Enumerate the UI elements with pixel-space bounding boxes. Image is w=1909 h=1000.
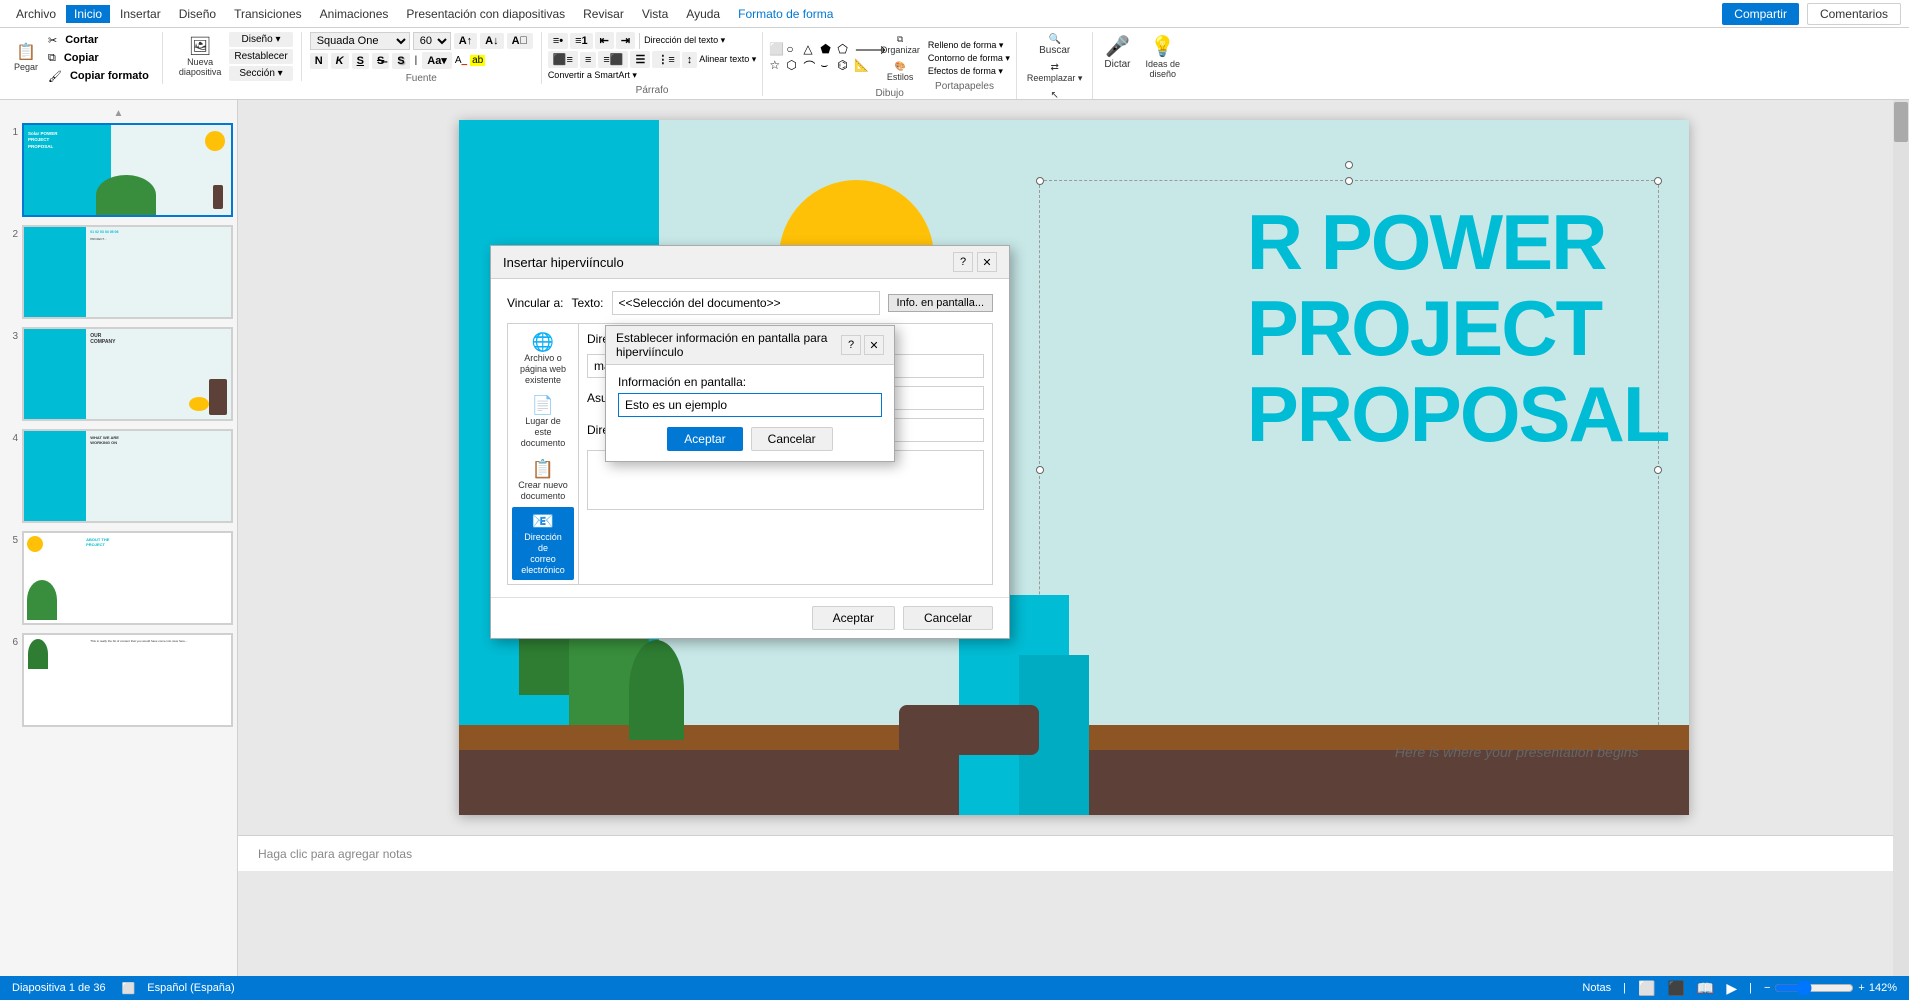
texto-label: Texto:: [571, 296, 603, 310]
dialog-text-row: Vincular a: Texto: Info. en pantalla...: [507, 291, 993, 315]
dialog-title-bar: Insertar hiperviínculo ? ✕: [491, 246, 1009, 279]
tooltip-cancelar-button[interactable]: Cancelar: [751, 427, 833, 451]
tooltip-title-text: Establecer información en pantalla para …: [616, 331, 841, 359]
dialog-help-button[interactable]: ?: [953, 252, 973, 272]
dialog-cancelar-button[interactable]: Cancelar: [903, 606, 993, 630]
vincular-label: Vincular a:: [507, 296, 563, 310]
sidebar-lugar[interactable]: 📄 Lugar de estedocumento: [512, 391, 574, 452]
tooltip-dialog-body: Información en pantalla: Aceptar Cancela…: [606, 365, 894, 461]
texto-input[interactable]: [612, 291, 880, 315]
email-icon: 📧: [532, 511, 554, 532]
tooltip-dialog: Establecer información en pantalla para …: [605, 325, 895, 462]
tooltip-info-input[interactable]: [618, 393, 882, 417]
tooltip-dialog-btns: ? ✕: [841, 335, 884, 355]
sidebar-email[interactable]: 📧 Dirección decorreoelectrónico: [512, 507, 574, 579]
dialog-close-button[interactable]: ✕: [977, 252, 997, 272]
dialog-title: Insertar hiperviínculo: [503, 255, 624, 270]
dialog-title-btns: ? ✕: [953, 252, 997, 272]
dialog-overlay: Insertar hiperviínculo ? ✕ Vincular a: T…: [0, 0, 1909, 1000]
sidebar-nuevo[interactable]: 📋 Crear nuevodocumento: [512, 455, 574, 506]
tooltip-dialog-title: Establecer información en pantalla para …: [606, 326, 894, 365]
nuevo-icon: 📋: [532, 459, 554, 480]
info-en-pantalla-button[interactable]: Info. en pantalla...: [888, 294, 993, 312]
dialog-sidebar: 🌐 Archivo opágina webexistente 📄 Lugar d…: [507, 323, 579, 585]
tooltip-help-button[interactable]: ?: [841, 335, 861, 355]
tooltip-close-button[interactable]: ✕: [864, 335, 884, 355]
sidebar-archivo[interactable]: 🌐 Archivo opágina webexistente: [512, 328, 574, 389]
tooltip-info-label: Información en pantalla:: [618, 375, 882, 389]
lugar-icon: 📄: [532, 395, 554, 416]
dialog-aceptar-button[interactable]: Aceptar: [812, 606, 895, 630]
archivo-icon: 🌐: [532, 332, 554, 353]
tooltip-aceptar-button[interactable]: Aceptar: [667, 427, 742, 451]
tooltip-dialog-footer: Aceptar Cancelar: [618, 427, 882, 451]
dialog-footer: Aceptar Cancelar: [491, 597, 1009, 638]
